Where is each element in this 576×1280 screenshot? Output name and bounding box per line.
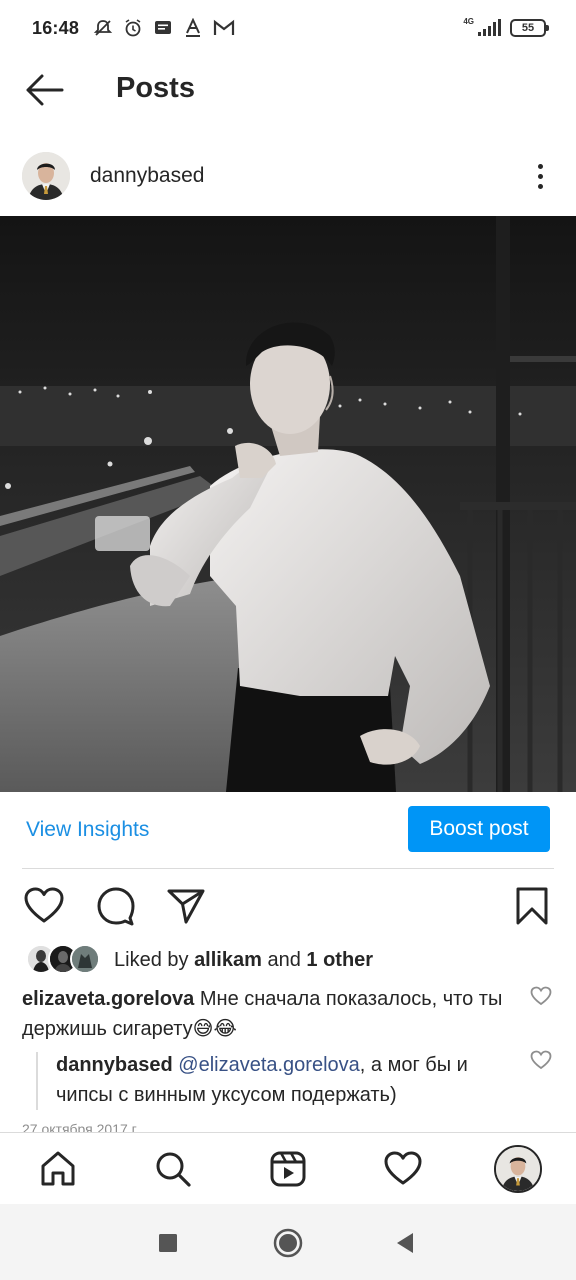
liked-by-row[interactable]: Liked by allikam and 1 other	[0, 940, 576, 980]
heart-outline-icon	[530, 1050, 552, 1070]
back-triangle-icon	[397, 1233, 413, 1253]
reply-username[interactable]: dannybased	[56, 1054, 173, 1076]
liked-by-prefix: Liked by	[114, 949, 189, 971]
post-actions	[0, 876, 576, 936]
recents-square-icon	[159, 1234, 177, 1252]
liked-by-others[interactable]: 1 other	[306, 949, 373, 971]
recents-button[interactable]	[151, 1226, 185, 1260]
reply-comment: dannybased @elizaveta.gorelova, а мог бы…	[56, 1050, 526, 1110]
muted-notifications-icon	[93, 20, 113, 36]
comment-icon	[97, 887, 135, 926]
page-title: Posts	[116, 72, 195, 104]
comment-like-button[interactable]	[530, 986, 552, 1008]
android-navigation-bar	[0, 1204, 576, 1280]
heart-outline-icon	[530, 986, 552, 1006]
battery-icon: 55	[510, 19, 549, 37]
a-notification-icon	[186, 18, 201, 37]
post-image[interactable]	[0, 216, 576, 792]
avatar[interactable]	[22, 152, 70, 200]
network-type: 4G	[463, 17, 474, 26]
heart-icon	[24, 887, 64, 923]
status-time: 16:48	[32, 17, 80, 38]
like-button[interactable]	[22, 884, 66, 928]
save-button[interactable]	[510, 884, 554, 928]
nav-search[interactable]	[151, 1147, 195, 1191]
profile-avatar[interactable]	[494, 1145, 542, 1193]
post-header: dannybased	[0, 146, 576, 206]
gmail-icon	[213, 19, 235, 35]
post-username[interactable]: dannybased	[90, 164, 204, 188]
liker-avatar	[70, 944, 100, 974]
reels-icon	[270, 1151, 306, 1187]
status-bar: 16:48 4G 55	[0, 0, 576, 56]
back-button[interactable]	[24, 72, 64, 108]
battery-level: 55	[521, 22, 535, 34]
share-icon	[167, 889, 205, 924]
reply-like-button[interactable]	[530, 1050, 552, 1072]
more-vertical-icon[interactable]	[526, 158, 554, 194]
nav-home[interactable]	[36, 1147, 80, 1191]
liked-by-avatars	[26, 944, 106, 976]
share-button[interactable]	[164, 884, 208, 928]
nav-reels[interactable]	[266, 1147, 310, 1191]
comment: elizaveta.gorelova Мне сначала показалос…	[22, 984, 522, 1044]
message-icon	[155, 21, 172, 34]
bottom-nav	[0, 1132, 576, 1204]
post-date: 27 октября 2017 г.	[22, 1121, 139, 1132]
system-back-button[interactable]	[388, 1226, 422, 1260]
liked-by-text: Liked by allikam and 1 other	[114, 949, 373, 972]
comment-username[interactable]: elizaveta.gorelova	[22, 988, 194, 1010]
search-icon	[156, 1152, 191, 1187]
liked-by-user[interactable]: allikam	[194, 949, 262, 971]
comment-button[interactable]	[94, 884, 138, 928]
arrow-left-icon	[26, 74, 64, 106]
home-circle-icon	[273, 1228, 303, 1258]
status-right-icons: 4G 55	[463, 17, 549, 37]
status-notification-icons	[93, 18, 235, 38]
alarm-icon	[125, 19, 141, 37]
liked-by-and: and	[267, 949, 301, 971]
reply-mention[interactable]: @elizaveta.gorelova	[178, 1054, 360, 1076]
view-insights-link[interactable]: View Insights	[26, 818, 149, 842]
header: Posts	[0, 56, 576, 122]
boost-post-button[interactable]: Boost post	[408, 806, 550, 852]
nav-activity[interactable]	[381, 1147, 425, 1191]
activity-heart-icon	[384, 1151, 422, 1185]
signal-icon	[478, 19, 501, 36]
system-home-button[interactable]	[271, 1226, 305, 1260]
insights-row: View Insights Boost post	[0, 792, 576, 868]
divider	[22, 868, 554, 869]
bookmark-icon	[516, 887, 548, 925]
home-icon	[41, 1151, 75, 1186]
reply-thread-line	[36, 1052, 38, 1110]
